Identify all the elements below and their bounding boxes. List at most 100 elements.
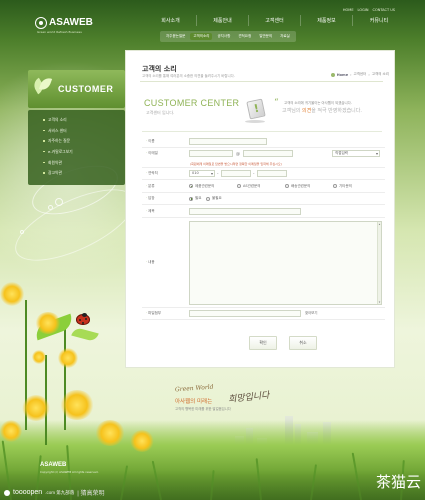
breadcrumb: Home › 고객센터 › 고객의 소리: [330, 72, 389, 77]
watermark-sub: .com 第九部落: [45, 489, 75, 495]
logo-tagline: Green world Refresh Business: [37, 30, 82, 34]
sidebar-item-ad-terms[interactable]: 광고약관: [28, 168, 125, 179]
email-label: 이메일: [146, 151, 158, 156]
category-option-other[interactable]: 기타문의: [333, 184, 352, 189]
watermark-right: 茶猫云: [375, 473, 421, 491]
scroll-down-icon[interactable]: ▾: [378, 300, 381, 304]
sidebar-header: CUSTOMER: [28, 70, 125, 108]
email-domain-input[interactable]: [243, 150, 293, 157]
flower-decoration: [0, 282, 24, 306]
main-nav-item-info[interactable]: 제품정보: [301, 15, 353, 26]
watermark-brand: toooopen: [13, 489, 43, 496]
body-label: 내용: [146, 260, 154, 265]
home-icon: [330, 72, 335, 77]
sub-nav: 자주묻는질문 고객의소리 공지사항 견적요청 일반문의 자료실: [160, 31, 296, 42]
category-option-product[interactable]: 제품관련문의: [189, 184, 214, 189]
flower-decoration: [35, 312, 61, 334]
sidebar-menu: 고객의 소리 서비스 센터 자주하는 질문 e-카탈로그보기 회원약관 광고약관: [28, 110, 125, 185]
form-row-attachment: 파일첨부 찾아보기: [142, 308, 385, 320]
form-buttons: 확인 취소: [249, 336, 317, 350]
content-panel: 고객의 소리 고객의 소리를 통해 여러분의 소중한 의견을 들려주시기 바랍니…: [125, 50, 395, 368]
banner-message: 고객의 소리에 귀기울이는 아사웹이 되겠습니다.: [284, 101, 352, 105]
flower-decoration: [22, 395, 50, 421]
form-row-category: 분류 제품관련문의 AS관련문의 배송관련문의 기타문의: [142, 180, 385, 193]
form-row-subject: 제목: [142, 205, 385, 218]
banner-subtitle: 고객센터 입니다.: [146, 110, 175, 115]
footer-logo: ASAWEB: [40, 462, 67, 468]
breadcrumb-section[interactable]: 고객센터: [353, 72, 366, 77]
customer-center-banner: CUSTOMER CENTER 고객센터 입니다. ! “ 고객의 소리에 귀기…: [142, 94, 382, 132]
util-home-link[interactable]: HOME: [343, 8, 354, 12]
main-nav-item-about[interactable]: 회사소개: [145, 15, 197, 26]
util-contact-link[interactable]: CONTACT US: [373, 8, 396, 12]
flower-decoration: [0, 420, 22, 442]
sub-nav-item[interactable]: 자주묻는질문: [163, 33, 188, 40]
category-option-delivery[interactable]: 배송관련문의: [285, 184, 310, 189]
submit-button[interactable]: 확인: [249, 336, 277, 350]
category-label: 분류: [146, 184, 154, 189]
category-option-as[interactable]: AS관련문의: [237, 184, 261, 189]
main-nav-item-community[interactable]: 커뮤니티: [353, 15, 405, 26]
body-textarea[interactable]: ▴ ▾: [189, 220, 382, 305]
subject-input[interactable]: [189, 207, 301, 215]
sub-nav-item[interactable]: 공지사항: [214, 33, 233, 40]
form-row-email: 이메일 @ 직접입력 (회원에게 이메일로 답변을 받으시려면 정확한 이메일을…: [142, 148, 385, 168]
sub-nav-item[interactable]: 견적요청: [235, 33, 254, 40]
email-note: (회원에게 이메일로 답변을 받으시려면 정확한 이메일을 입력해 주십시오): [190, 161, 282, 166]
attachment-label: 파일첨부: [146, 311, 161, 316]
email-domain-select[interactable]: 직접입력: [332, 150, 380, 157]
watermark-left: toooopen .com 第九部落 | 猜高荣明: [4, 488, 104, 497]
logo-text: ASAWEB: [49, 17, 93, 28]
scroll-up-icon[interactable]: ▴: [378, 222, 381, 226]
sidebar-item-faq[interactable]: 자주하는 질문: [28, 136, 125, 147]
flower-decoration: [60, 390, 94, 420]
name-input[interactable]: [189, 137, 267, 145]
sub-nav-item[interactable]: 자료실: [277, 33, 293, 40]
flower-decoration: [130, 430, 154, 452]
reply-option-no[interactable]: 불필요: [206, 196, 222, 201]
radio-button[interactable]: [189, 196, 193, 201]
sidebar-item-voice[interactable]: 고객의 소리: [28, 115, 125, 126]
subject-label: 제목: [146, 209, 154, 214]
phone-label: 연락처: [146, 171, 158, 176]
main-nav-item-customer[interactable]: 고객센터: [249, 15, 301, 26]
radio-button[interactable]: [206, 196, 210, 201]
form-row-body: 내용 ▴ ▾: [142, 218, 385, 308]
reply-option-yes[interactable]: 필요: [189, 196, 201, 201]
divider: [140, 81, 383, 82]
breadcrumb-home[interactable]: Home: [337, 73, 348, 77]
radio-button[interactable]: [285, 184, 289, 188]
name-label: 이름: [146, 139, 154, 144]
slogan-headline: 아사웹의 미래는: [175, 399, 213, 405]
phone-prefix-select[interactable]: 010: [189, 170, 215, 177]
quote-icon: “: [274, 98, 279, 108]
slogan-subtext: 고객의 행복한 미래를 위한 발걸음입니다: [175, 407, 231, 411]
form-row-name: 이름: [142, 135, 385, 148]
cancel-button[interactable]: 취소: [289, 336, 317, 350]
file-path-input[interactable]: [189, 310, 301, 317]
sidebar: CUSTOMER 고객의 소리 서비스 센터 자주하는 질문 e-카탈로그보기 …: [28, 70, 125, 220]
phone-middle-input[interactable]: [221, 170, 251, 177]
sub-nav-item[interactable]: 일반문의: [256, 33, 275, 40]
flower-decoration: [95, 420, 125, 446]
sidebar-item-service-center[interactable]: 서비스 센터: [28, 126, 125, 137]
breadcrumb-current: 고객의 소리: [371, 72, 389, 76]
sidebar-title: CUSTOMER: [58, 84, 114, 94]
main-nav-item-products[interactable]: 제품안내: [197, 15, 249, 26]
radio-button[interactable]: [189, 184, 193, 188]
radio-button[interactable]: [333, 184, 337, 188]
exclamation-icon: !: [245, 96, 267, 124]
ladybug-icon: [76, 313, 90, 325]
sidebar-item-member-terms[interactable]: 회원약관: [28, 157, 125, 168]
form-row-reply: 답장 필요 불필요: [142, 193, 385, 205]
util-login-link[interactable]: LOGIN: [358, 8, 369, 12]
email-id-input[interactable]: [189, 150, 233, 157]
site-logo[interactable]: ASAWEB Green world Refresh Business: [35, 15, 115, 37]
sidebar-item-catalog[interactable]: e-카탈로그보기: [28, 147, 125, 158]
phone-last-input[interactable]: [257, 170, 287, 177]
radio-button[interactable]: [237, 184, 241, 188]
textarea-scrollbar[interactable]: ▴ ▾: [377, 221, 381, 304]
browse-button[interactable]: 찾아보기: [305, 310, 317, 317]
utility-nav: HOME LOGIN CONTACT US: [343, 8, 395, 12]
sub-nav-item-active[interactable]: 고객의소리: [190, 33, 213, 40]
